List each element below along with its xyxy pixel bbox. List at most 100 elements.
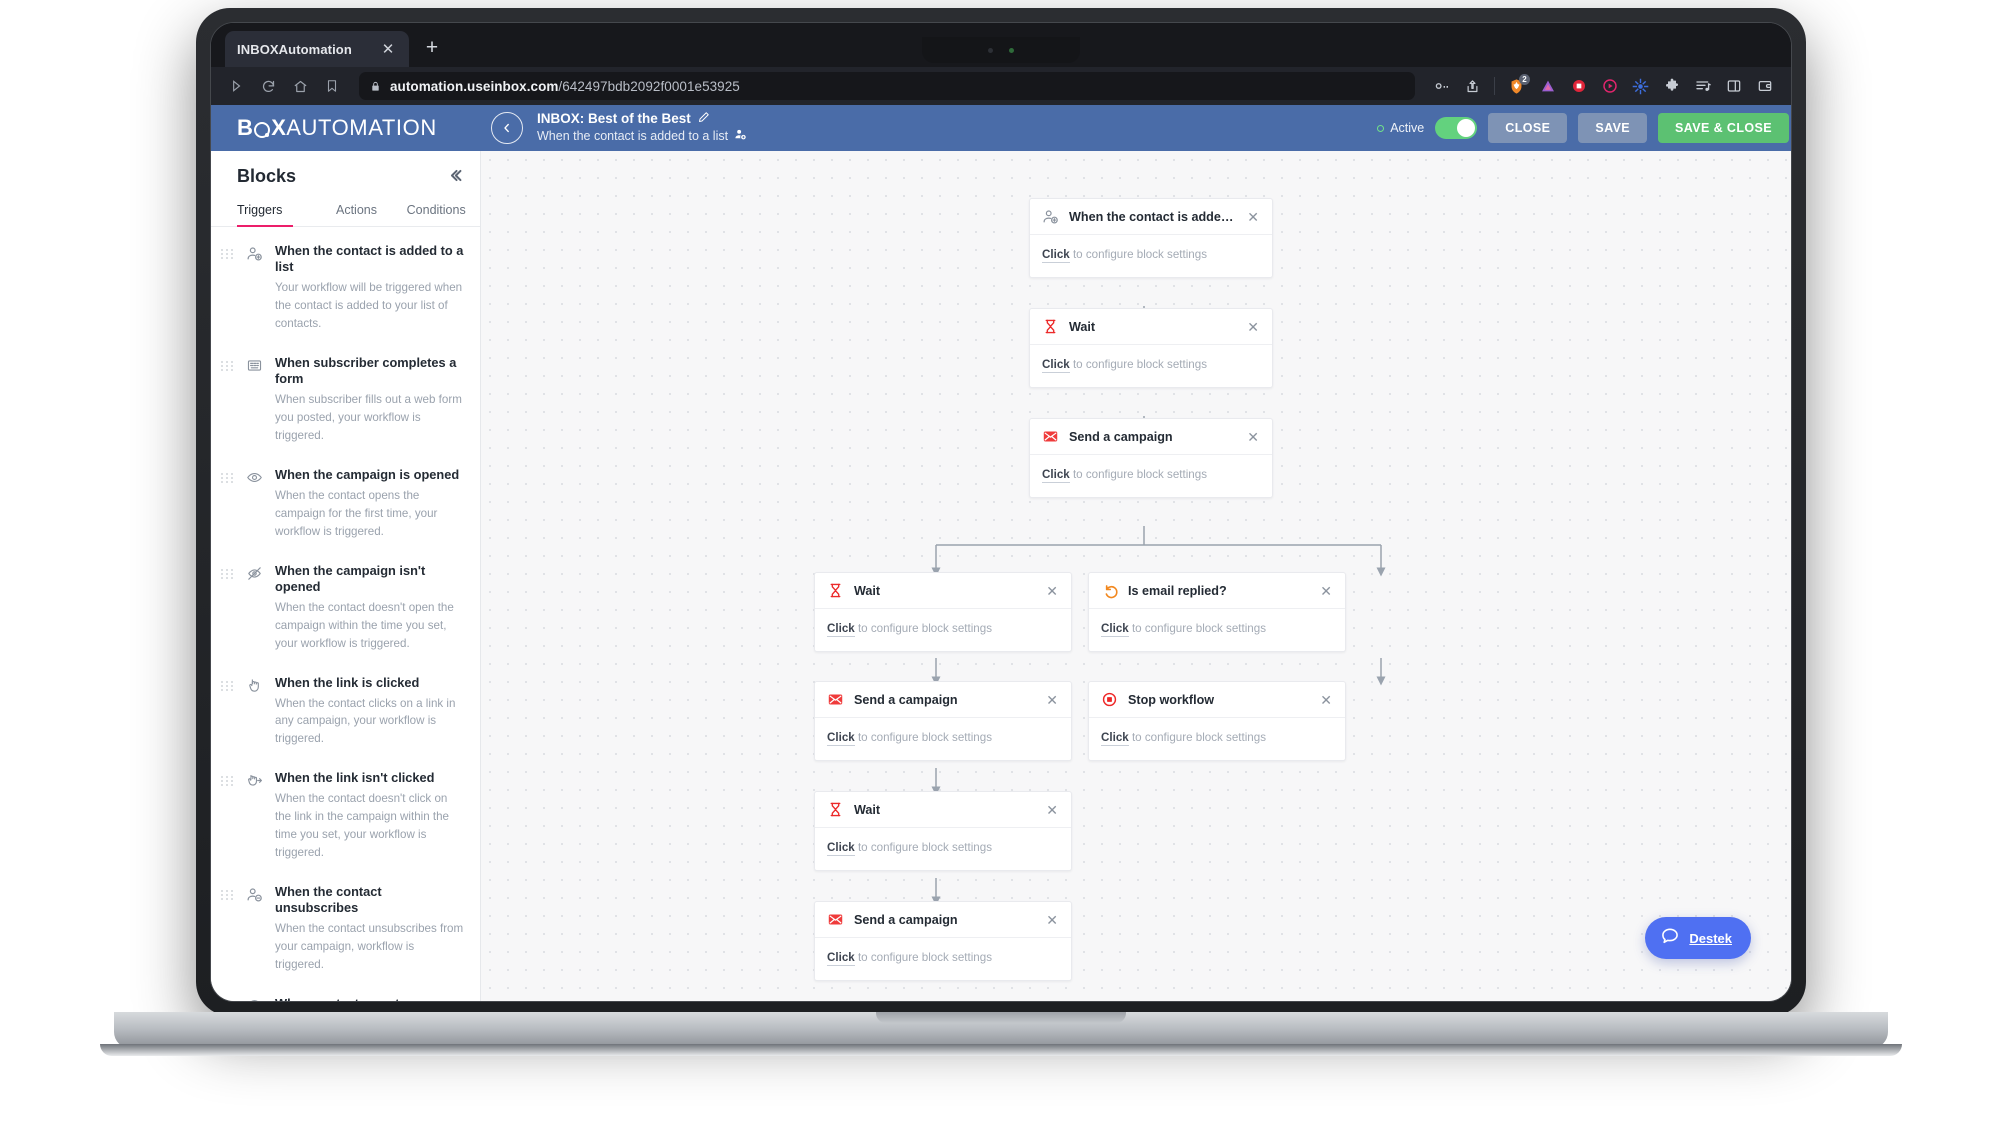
node-click-label: Click: [1101, 622, 1129, 637]
asterisk-extension-icon[interactable]: [1626, 72, 1655, 101]
toggle-knob: [1457, 119, 1476, 137]
browser-toolbar: automation.useinbox.com/642497bdb2092f00…: [211, 67, 1791, 105]
sidebar-block-item[interactable]: When the campaign isn't opened When the c…: [211, 551, 480, 663]
tab-actions[interactable]: Actions: [317, 203, 397, 226]
workflow-node[interactable]: Send a campaign ✕ Click to configure block…: [1029, 418, 1273, 498]
puzzle-icon[interactable]: [1657, 72, 1686, 101]
node-body[interactable]: Click to configure block settings: [1089, 718, 1345, 760]
drag-handle-icon[interactable]: [221, 884, 233, 974]
tab-triggers[interactable]: Triggers: [237, 203, 317, 227]
address-bar[interactable]: automation.useinbox.com/642497bdb2092f00…: [359, 72, 1415, 100]
node-body[interactable]: Click to configure block settings: [815, 718, 1071, 760]
close-button[interactable]: CLOSE: [1488, 113, 1568, 143]
sidebar-block-item[interactable]: When the link is clicked When the contact…: [211, 663, 480, 759]
bookmark-icon[interactable]: [317, 71, 347, 101]
home-icon[interactable]: [285, 71, 315, 101]
tab-close-icon[interactable]: ✕: [379, 40, 397, 58]
sidebar-block-item[interactable]: When contact reports spamWhen the contac…: [211, 984, 480, 1001]
node-body-text: to configure block settings: [1128, 622, 1266, 635]
drag-handle-icon[interactable]: [221, 563, 233, 653]
node-close-icon[interactable]: ✕: [1044, 801, 1060, 819]
node-body-text: to configure block settings: [1069, 358, 1207, 371]
node-close-icon[interactable]: ✕: [1044, 582, 1060, 600]
node-close-icon[interactable]: ✕: [1245, 428, 1261, 446]
node-body[interactable]: Click to configure block settings: [815, 938, 1071, 980]
send-campaign-icon: [827, 911, 844, 928]
sidebar-block-item[interactable]: When subscriber completes a form When sub…: [211, 343, 480, 455]
node-header: Wait ✕: [815, 573, 1071, 609]
node-close-icon[interactable]: ✕: [1245, 208, 1261, 226]
blocks-sidebar: Blocks Triggers Actions Conditions When …: [211, 151, 481, 1001]
share-icon[interactable]: [1458, 72, 1487, 101]
node-title: Send a campaign: [854, 912, 958, 927]
record-stop-icon[interactable]: [1564, 72, 1593, 101]
node-header: Stop workflow ✕: [1089, 682, 1345, 718]
pencil-icon[interactable]: [698, 111, 710, 128]
triangle-extension-icon[interactable]: [1533, 72, 1562, 101]
node-close-icon[interactable]: ✕: [1044, 691, 1060, 709]
active-toggle[interactable]: [1435, 117, 1478, 139]
node-body[interactable]: Click to configure block settings: [1030, 455, 1272, 497]
sidebar-tabs: Triggers Actions Conditions: [211, 203, 480, 227]
node-body[interactable]: Click to configure block settings: [1030, 345, 1272, 387]
workflow-node[interactable]: Is email replied? ✕ Click to configure blo…: [1088, 572, 1346, 652]
drag-handle-icon[interactable]: [221, 467, 233, 541]
workflow-node[interactable]: Send a campaign ✕ Click to configure block…: [814, 681, 1072, 761]
sidebar-block-item[interactable]: When the link isn't clicked When the cont…: [211, 758, 480, 872]
click-off-icon: [239, 770, 269, 862]
node-title: Is email replied?: [1128, 583, 1227, 598]
drag-handle-icon[interactable]: [221, 243, 233, 333]
send-campaign-icon: [827, 691, 844, 708]
workflow-trigger-row: When the contact is added to a list: [537, 128, 747, 146]
playlist-icon[interactable]: [1688, 72, 1717, 101]
password-key-icon[interactable]: [1427, 72, 1456, 101]
workflow-node[interactable]: Wait ✕ Click to configure block settings: [814, 791, 1072, 871]
support-button[interactable]: Destek: [1645, 917, 1751, 959]
workflow-node[interactable]: Stop workflow ✕ Click to configure block s…: [1088, 681, 1346, 761]
node-title: Wait: [854, 802, 881, 817]
active-status: Active: [1377, 121, 1424, 135]
node-body[interactable]: Click to configure block settings: [1030, 235, 1272, 277]
wallet-icon[interactable]: [1750, 72, 1779, 101]
new-tab-button[interactable]: +: [415, 31, 449, 65]
node-body[interactable]: Click to configure block settings: [1089, 609, 1345, 651]
node-close-icon[interactable]: ✕: [1044, 911, 1060, 929]
browser-window: INBOXAutomation ✕ + automation.useinbox.…: [211, 23, 1791, 1001]
chevron-left-double-icon[interactable]: [447, 166, 464, 187]
add-contact-icon: [239, 243, 269, 333]
brave-shield-badge: 2: [1519, 73, 1530, 85]
hourglass-icon: [827, 582, 844, 599]
drag-handle-icon[interactable]: [221, 355, 233, 445]
sidebar-title: Blocks: [237, 166, 297, 186]
camera-icon: [988, 47, 993, 53]
node-body[interactable]: Click to configure block settings: [815, 828, 1071, 870]
drag-handle-icon[interactable]: [221, 996, 233, 1001]
camera-led-icon: [1009, 47, 1014, 53]
sidebar-block-item[interactable]: When the contact is added to a list Your …: [211, 231, 480, 343]
reload-icon[interactable]: [253, 71, 283, 101]
node-close-icon[interactable]: ✕: [1318, 582, 1334, 600]
node-close-icon[interactable]: ✕: [1318, 691, 1334, 709]
trigger-block-list: When the contact is added to a list Your …: [211, 227, 480, 1001]
brave-shield-icon[interactable]: 2: [1502, 72, 1531, 101]
workflow-node[interactable]: Wait ✕ Click to configure block settings: [1029, 308, 1273, 388]
workflow-node[interactable]: Wait ✕ Click to configure block settings: [814, 572, 1072, 652]
node-body[interactable]: Click to configure block settings: [815, 609, 1071, 651]
workflow-canvas[interactable]: When the contact is added to a list ✕ Clic…: [481, 151, 1791, 1001]
browser-tab[interactable]: INBOXAutomation ✕: [225, 31, 409, 67]
sidebar-block-item[interactable]: When the contact unsubscribes When the co…: [211, 872, 480, 984]
sidebar-toggle-icon[interactable]: [1719, 72, 1748, 101]
drag-handle-icon[interactable]: [221, 675, 233, 749]
tab-conditions[interactable]: Conditions: [396, 203, 476, 226]
node-close-icon[interactable]: ✕: [1245, 318, 1261, 336]
save-and-close-button[interactable]: SAVE & CLOSE: [1658, 113, 1789, 143]
play-circle-icon[interactable]: [1595, 72, 1624, 101]
drag-handle-icon[interactable]: [221, 770, 233, 862]
save-button[interactable]: SAVE: [1578, 113, 1648, 143]
sidebar-block-item[interactable]: When the campaign is opened When the cont…: [211, 455, 480, 551]
back-arrow-icon[interactable]: [221, 71, 251, 101]
workflow-node[interactable]: Send a campaign ✕ Click to configure block…: [814, 901, 1072, 981]
block-title: When contact reports spam: [275, 996, 466, 1001]
workflow-node[interactable]: When the contact is added to a list ✕ Clic…: [1029, 198, 1273, 278]
back-button[interactable]: [491, 112, 523, 144]
